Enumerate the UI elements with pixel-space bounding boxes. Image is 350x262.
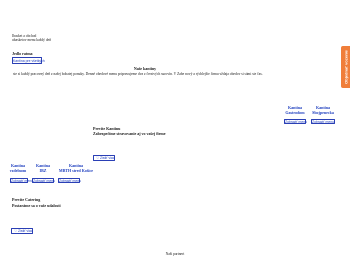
canteen-card-4: Kantína IBZ bbox=[32, 163, 54, 173]
learn-more-button[interactable]: ♡Zistiť viac bbox=[93, 155, 115, 161]
show-menu-button[interactable]: Zobraziť menu bbox=[58, 178, 81, 183]
page-title: Naše kantíny bbox=[133, 66, 157, 71]
section-heading: Jedlo ratma bbox=[12, 51, 33, 56]
canteen-card-1: Kantína Gastrodom bbox=[284, 105, 306, 115]
catering-subtitle: Postaráme sa o vaše udalosti bbox=[12, 203, 61, 208]
show-menu-button[interactable]: Zobraziť menu bbox=[284, 119, 307, 124]
heart-icon: ♡ bbox=[14, 229, 18, 233]
partners-footer: Naši partneri bbox=[165, 252, 185, 256]
order-side-tab[interactable]: Objednať vozenie bbox=[341, 46, 350, 88]
canteen-name: Gastrodom bbox=[285, 109, 305, 115]
canteen-switch-button[interactable]: Kantína pre všetkých bbox=[12, 57, 45, 64]
show-menu-button[interactable]: Zobraziť menu bbox=[10, 178, 33, 183]
side-tab-label: Objednať vozenie bbox=[343, 50, 348, 84]
learn-more-label: Zistiť viac bbox=[18, 229, 33, 233]
heart-icon: ♡ bbox=[96, 156, 100, 160]
canteen-name: IBZ bbox=[39, 167, 47, 173]
show-menu-button[interactable]: Zobraziť menu bbox=[311, 119, 335, 124]
canteen-name: MBTH stred Košice bbox=[58, 167, 94, 173]
catering-title: Prevíte Catering bbox=[12, 197, 41, 202]
learn-more-label: Zistiť viac bbox=[100, 156, 115, 160]
show-menu-button[interactable]: Zobraziť menu bbox=[32, 178, 55, 183]
canteen-card-3: Kantína vzdelnom bbox=[9, 163, 27, 173]
canteen-name: vzdelnom bbox=[9, 167, 27, 173]
learn-more-button[interactable]: ♡Zistiť viac bbox=[11, 228, 33, 234]
premium-subtitle: Zabezpečíme stravovanie aj vo vašej firm… bbox=[93, 131, 166, 136]
intro-text: ste si každý pracovný deň z našej bohate… bbox=[13, 72, 263, 76]
canteen-card-5: Kantína MBTH stred Košice bbox=[56, 163, 96, 173]
header-line-2: ubasketov menu každý deň bbox=[12, 38, 52, 42]
canteen-card-2: Kantína Sbojpenecka bbox=[311, 105, 335, 115]
canteen-name: Sbojpenecka bbox=[312, 109, 334, 115]
